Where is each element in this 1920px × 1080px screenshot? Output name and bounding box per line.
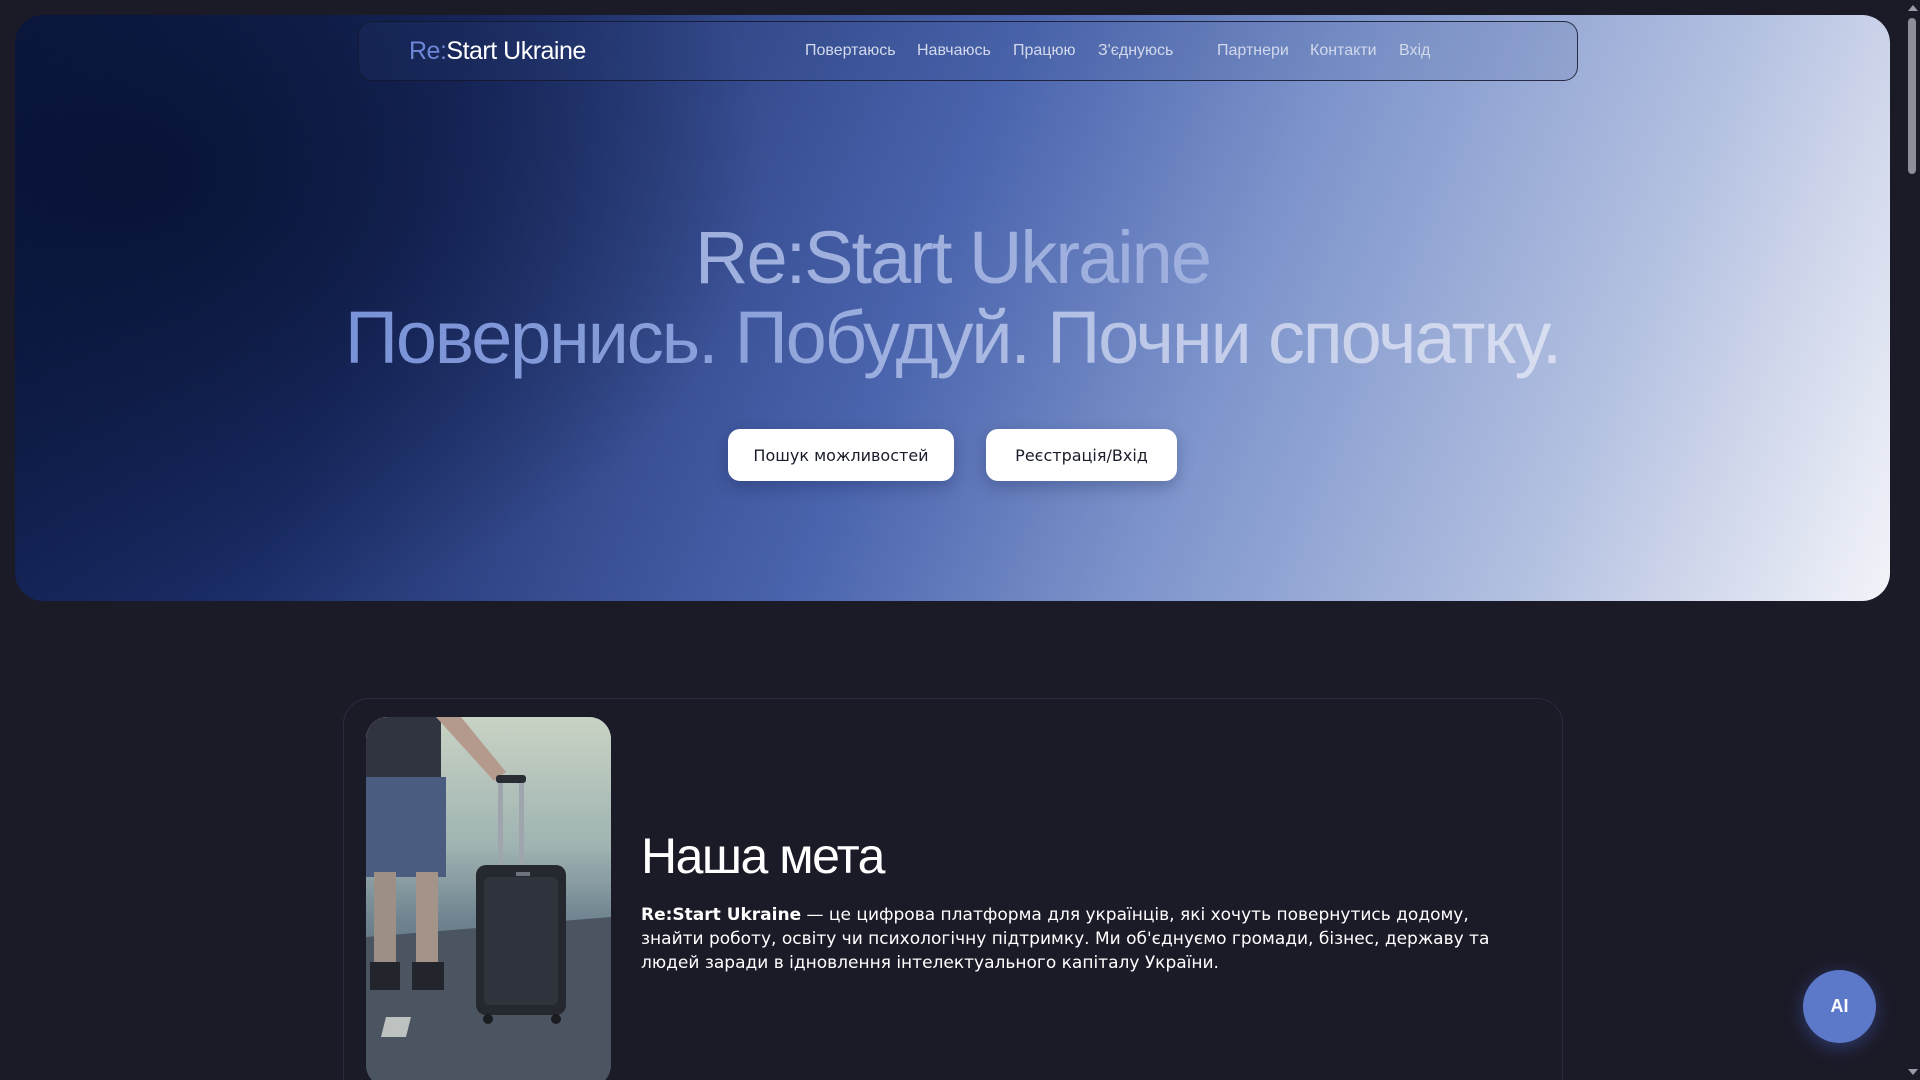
ai-assistant-button[interactable]: AI [1803,970,1876,1043]
page-scrollbar[interactable] [1904,0,1920,1080]
scroll-up-icon[interactable] [1908,5,1918,11]
nav-link-returning[interactable]: Повертаюсь [805,42,896,60]
top-navbar: Re:Start Ukraine Повертаюсь Навчаюсь Пра… [358,21,1578,81]
register-login-button[interactable]: Реєстрація/Вхід [986,429,1177,481]
hero-buttons: Пошук можливостей Реєстрація/Вхід [15,429,1890,483]
scroll-down-icon[interactable] [1908,1069,1918,1075]
scroll-thumb[interactable] [1908,18,1916,174]
goal-heading: Наша мета [641,828,885,884]
goal-card: Наша мета Re:Start Ukraine — це цифрова … [343,698,1563,1080]
nav-link-connecting[interactable]: З'єднуюсь [1098,42,1173,60]
hero-section: Re:Start Ukraine Повертаюсь Навчаюсь Пра… [15,15,1890,601]
nav-link-login[interactable]: Вхід [1399,42,1430,60]
traveler-suitcase-photo [366,717,611,1080]
nav-links: Повертаюсь Навчаюсь Працюю З'єднуюсь Пар… [359,42,1577,66]
nav-link-learning[interactable]: Навчаюсь [917,42,991,60]
goal-description: Re:Start Ukraine — це цифрова платформа … [641,903,1521,975]
nav-link-contacts[interactable]: Контакти [1310,42,1377,60]
goal-brand-name: Re:Start Ukraine [641,905,802,925]
hero-title: Re:Start Ukraine [695,216,1212,299]
hero-subtitle: Повернись. Побудуй. Почни спочатку. [15,295,1890,380]
nav-link-working[interactable]: Працюю [1013,42,1075,60]
nav-link-partners[interactable]: Партнери [1217,42,1289,60]
search-opportunities-button[interactable]: Пошук можливостей [728,429,954,481]
